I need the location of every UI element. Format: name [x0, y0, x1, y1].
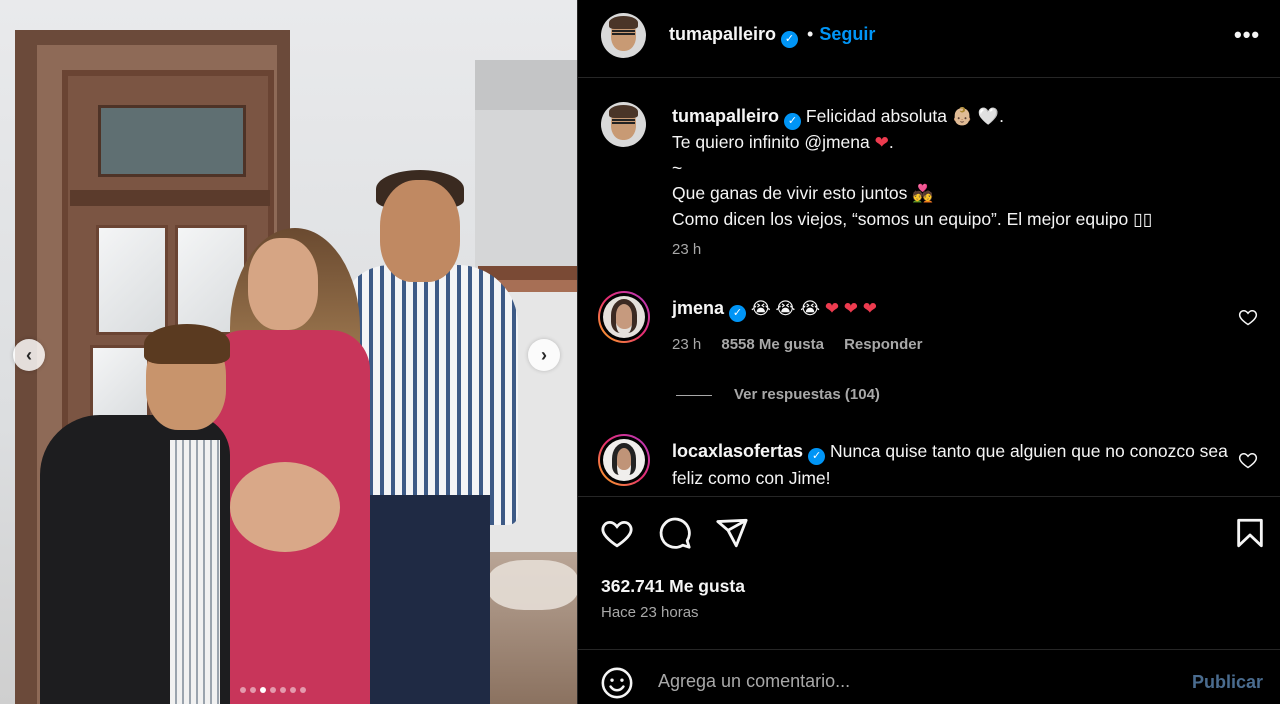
view-replies-button[interactable]: Ver respuestas (104)	[676, 386, 880, 403]
red-heart-emoji-icon: ❤	[874, 133, 889, 152]
like-heart-icon[interactable]	[600, 516, 634, 550]
baby-emoji-icon: 👶🏼	[951, 107, 974, 126]
comments-list[interactable]: tumapalleiro ✓ Felicidad absoluta 👶🏼 🤍. T…	[578, 79, 1280, 497]
caption-line: ~	[672, 157, 683, 178]
reply-button[interactable]: Responder	[844, 336, 922, 353]
post-timestamp[interactable]: Hace 23 horas	[601, 604, 699, 621]
photo-woman-face	[248, 238, 318, 330]
carousel-dot	[280, 687, 286, 693]
comment-bubble-icon[interactable]	[658, 516, 692, 550]
comment-composer: Publicar	[578, 649, 1280, 704]
verified-badge-icon: ✓	[808, 448, 826, 465]
missing-glyph-icon: ▯▯	[1133, 208, 1153, 229]
commenter-avatar[interactable]	[598, 291, 650, 343]
crying-emoji-icon: 😭 😭 😭	[750, 299, 820, 318]
caption-author-username[interactable]: tumapalleiro	[672, 106, 779, 126]
post-header: tumapalleiro ✓ • Seguir •••	[578, 0, 1280, 78]
author-avatar[interactable]	[601, 13, 646, 58]
chevron-left-icon: ‹	[26, 345, 32, 365]
photo-door-rail	[70, 190, 270, 206]
photo-door-pane	[90, 345, 150, 425]
caption-line: Felicidad absoluta	[805, 106, 947, 126]
caption-line: Te quiero infinito	[672, 132, 800, 152]
comment-input[interactable]	[658, 671, 1178, 692]
caption-line: Que ganas de vivir esto juntos	[672, 183, 908, 203]
couple-heart-emoji-icon: 💑	[912, 184, 934, 203]
comment-like-count[interactable]: 8558 Me gusta	[721, 336, 824, 353]
more-options-icon[interactable]: •••	[1234, 22, 1260, 48]
photo-man-pants	[352, 495, 490, 704]
caption-punctuation: .	[888, 132, 894, 152]
caption-text: tumapalleiro ✓ Felicidad absoluta 👶🏼 🤍. T…	[672, 104, 1252, 232]
red-heart-emoji-icon: ❤ ❤ ❤	[824, 299, 878, 318]
photo-transom-window	[98, 105, 246, 177]
author-username[interactable]: tumapalleiro	[669, 24, 776, 44]
carousel-prev-button[interactable]: ‹	[13, 339, 45, 371]
carousel-dot	[270, 687, 276, 693]
carousel-dot	[240, 687, 246, 693]
share-send-icon[interactable]	[715, 516, 749, 550]
caption-line: Como dicen los viejos, “somos un equipo”…	[672, 208, 1129, 229]
carousel-dot	[250, 687, 256, 693]
carousel-dot	[290, 687, 296, 693]
carousel-indicator	[240, 687, 306, 693]
likes-count[interactable]: 362.741 Me gusta	[601, 576, 745, 597]
verified-badge-icon: ✓	[784, 113, 802, 130]
verified-badge-icon: ✓	[729, 305, 747, 322]
separator-dot: •	[807, 24, 814, 44]
save-bookmark-icon[interactable]	[1233, 516, 1267, 550]
photo-door-pane	[96, 225, 168, 335]
commenter-username[interactable]: jmena	[672, 298, 724, 318]
chevron-right-icon: ›	[541, 345, 547, 365]
photo-wall-shadow	[475, 60, 577, 110]
follow-button[interactable]: Seguir	[819, 24, 875, 44]
replies-divider	[676, 394, 712, 396]
verified-badge-icon: ✓	[781, 31, 799, 48]
white-heart-emoji-icon: 🤍	[977, 107, 1000, 126]
caption-mention-link[interactable]: @jmena	[804, 132, 869, 152]
carousel-next-button[interactable]: ›	[528, 339, 560, 371]
photo-woman-belly	[230, 462, 340, 552]
caption-author-avatar[interactable]	[601, 102, 646, 147]
comment-like-heart-icon[interactable]	[1238, 450, 1258, 470]
post-actions: 362.741 Me gusta Hace 23 horas	[578, 498, 1280, 648]
comment-timestamp[interactable]: 23 h	[672, 336, 701, 353]
post-details-panel: tumapalleiro ✓ • Seguir ••• tumapalleiro ✓ F…	[577, 0, 1280, 704]
photo-rug	[488, 560, 577, 610]
carousel-dot	[260, 687, 266, 693]
photo-boy-shirt	[170, 440, 220, 704]
commenter-username[interactable]: locaxlasofertas	[672, 441, 803, 461]
caption-punctuation: .	[999, 106, 1004, 126]
photo-man-face	[380, 180, 460, 282]
publish-button[interactable]: Publicar	[1192, 672, 1263, 693]
post-photo[interactable]: ‹ ›	[0, 0, 577, 704]
commenter-avatar[interactable]	[598, 434, 650, 486]
carousel-dot	[300, 687, 306, 693]
view-replies-label: Ver respuestas (104)	[734, 386, 880, 403]
photo-boy-hair	[144, 324, 230, 364]
comment-like-heart-icon[interactable]	[1238, 307, 1258, 327]
caption-timestamp[interactable]: 23 h	[672, 241, 701, 258]
emoji-picker-icon[interactable]	[600, 666, 634, 700]
